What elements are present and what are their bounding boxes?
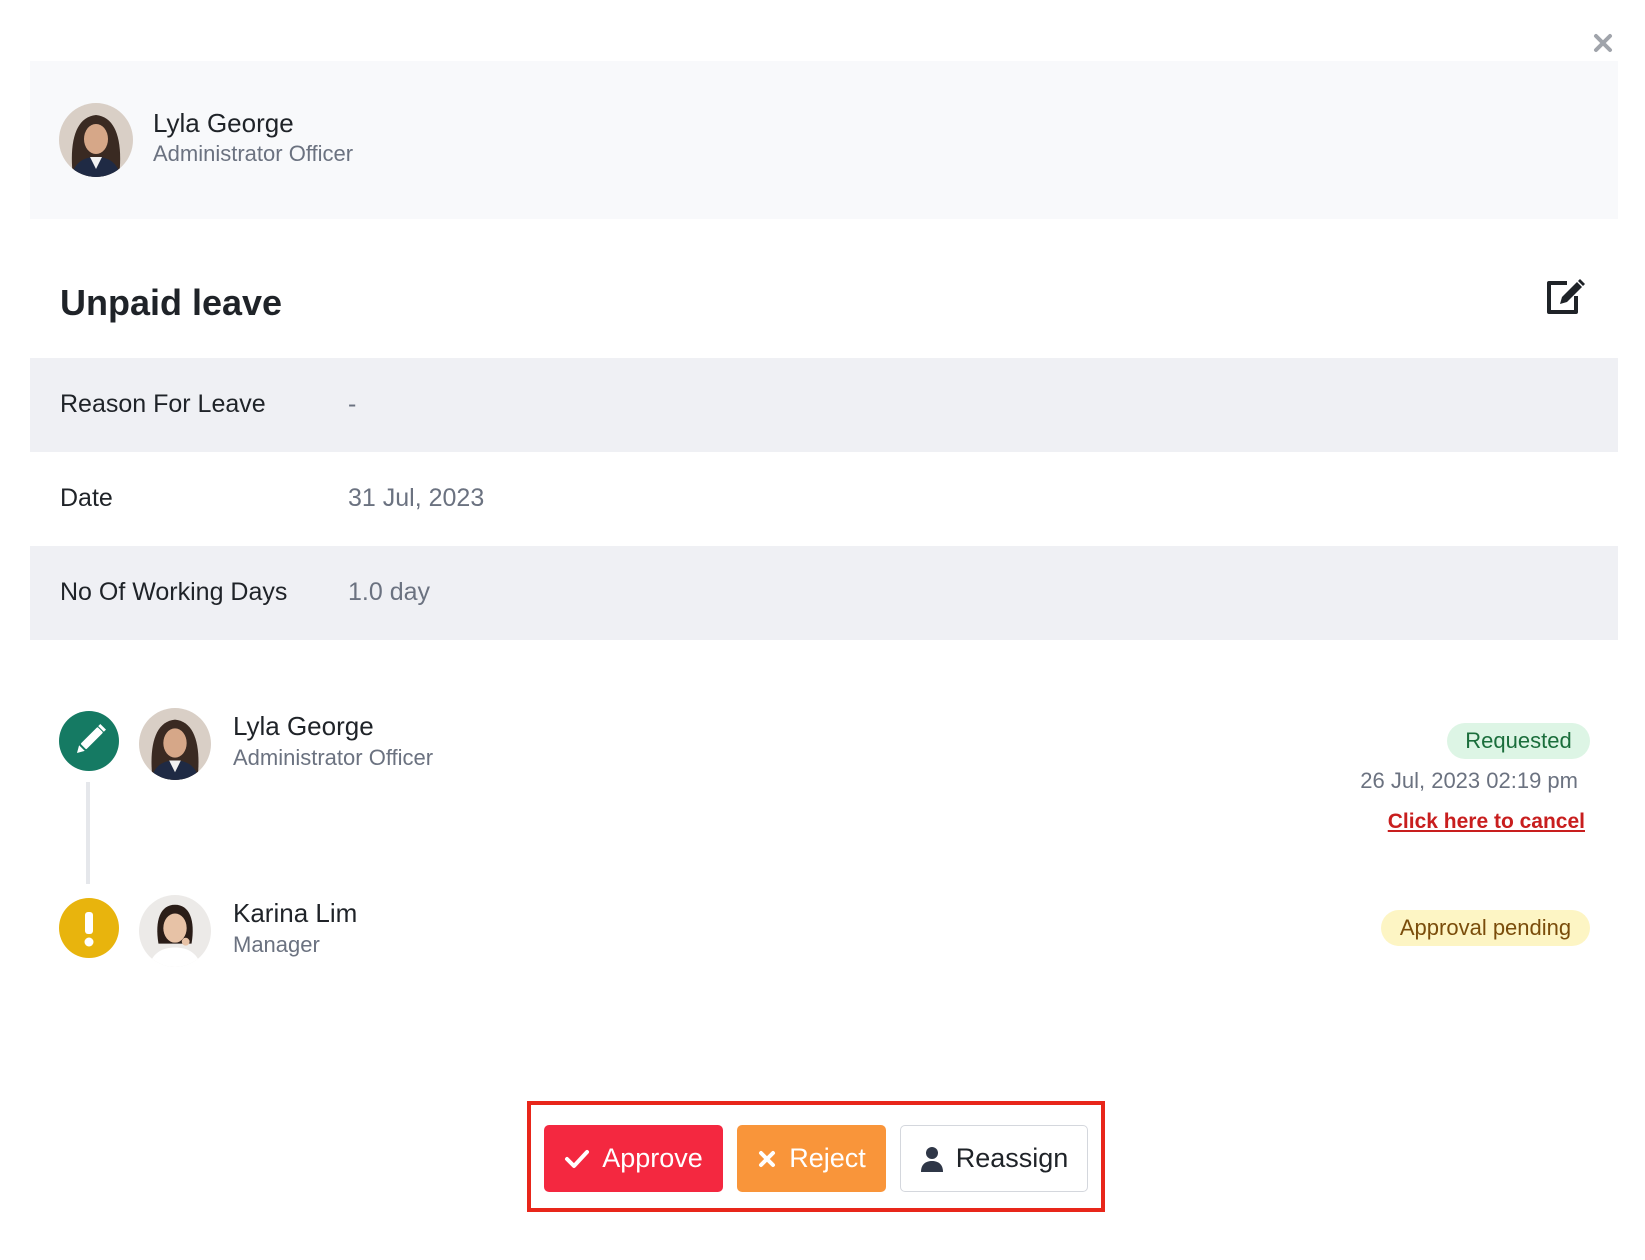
detail-label: No Of Working Days	[60, 578, 288, 606]
approver-role: Manager	[233, 932, 320, 957]
detail-value: -	[348, 390, 357, 418]
approver-name: Karina Lim	[233, 898, 358, 928]
requester-role: Administrator Officer	[153, 141, 354, 166]
avatar	[59, 103, 133, 177]
reassign-label: Reassign	[955, 1143, 1069, 1173]
close-icon	[757, 1149, 777, 1169]
avatar	[139, 708, 211, 780]
timeline-connector	[86, 782, 90, 884]
reject-label: Reject	[789, 1143, 866, 1173]
requester-name: Lyla George	[153, 108, 294, 138]
reject-button[interactable]: Reject	[737, 1125, 886, 1192]
edit-icon[interactable]	[1543, 276, 1587, 316]
approver-name: Lyla George	[233, 711, 374, 741]
approver-role: Administrator Officer	[233, 745, 434, 770]
detail-label: Reason For Leave	[60, 390, 266, 418]
detail-label: Date	[60, 484, 113, 512]
page-title: Unpaid leave	[60, 282, 283, 323]
avatar	[139, 895, 211, 967]
detail-row-working-days: No Of Working Days 1.0 day	[30, 546, 1618, 640]
timestamp: 26 Jul, 2023 02:19 pm	[1360, 768, 1578, 793]
exclamation-icon	[59, 898, 119, 958]
reassign-button[interactable]: Reassign	[900, 1125, 1088, 1192]
cancel-request-link[interactable]: Click here to cancel	[1388, 810, 1585, 834]
check-icon	[564, 1148, 590, 1170]
status-badge: Approval pending	[1381, 910, 1590, 946]
requester-card: Lyla George Administrator Officer	[30, 61, 1618, 219]
pencil-icon	[59, 711, 119, 771]
detail-row-date: Date 31 Jul, 2023	[30, 452, 1618, 546]
approve-label: Approve	[602, 1143, 703, 1173]
close-icon[interactable]	[1590, 30, 1616, 56]
detail-value: 31 Jul, 2023	[348, 484, 485, 512]
approve-button[interactable]: Approve	[544, 1125, 723, 1192]
user-icon	[920, 1146, 944, 1172]
detail-row-reason: Reason For Leave -	[30, 358, 1618, 452]
status-badge: Requested	[1447, 723, 1590, 759]
detail-value: 1.0 day	[348, 578, 431, 606]
